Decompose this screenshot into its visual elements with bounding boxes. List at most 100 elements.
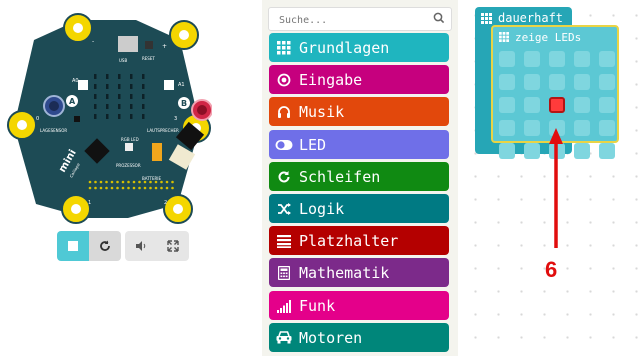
search-icon[interactable] — [433, 12, 445, 24]
led-cell[interactable] — [524, 143, 540, 159]
led-grid — [499, 51, 615, 159]
edge-pin — [121, 180, 125, 184]
led-cell[interactable] — [549, 97, 565, 113]
led-cell[interactable] — [599, 143, 615, 159]
led-cell[interactable] — [574, 51, 590, 67]
show-leds-block[interactable]: zeige LEDs — [491, 25, 619, 159]
edge-pin — [99, 186, 103, 190]
restart-button[interactable] — [89, 231, 121, 261]
led-cell[interactable] — [599, 74, 615, 90]
a1-connector — [164, 80, 174, 90]
pin0-label: 0 — [36, 116, 39, 122]
board-led — [118, 84, 121, 89]
reset-button[interactable] — [145, 41, 153, 49]
run-controls — [57, 231, 121, 261]
workspace[interactable]: dauerhaft zeige LEDs — [458, 0, 638, 356]
board-led — [118, 74, 121, 79]
category-label: Platzhalter — [299, 231, 399, 250]
edge-pin — [165, 180, 169, 184]
stop-icon — [68, 241, 78, 251]
edge-pin — [105, 180, 108, 184]
board-led — [142, 114, 145, 119]
edge-pin — [143, 186, 147, 190]
board-led — [142, 84, 145, 89]
pin2-label: 2 — [164, 200, 167, 206]
speaker-icon — [136, 241, 146, 251]
calculator-icon — [275, 264, 293, 282]
category-led[interactable]: LED — [269, 130, 449, 159]
edge-pin — [121, 186, 125, 190]
search-input[interactable] — [269, 9, 419, 32]
category-funk[interactable]: Funk — [269, 291, 449, 320]
edge-pin — [116, 186, 119, 190]
led-cell[interactable] — [524, 120, 540, 136]
board-led — [106, 84, 109, 89]
board-led — [106, 94, 109, 99]
category-grundlagen[interactable]: Grundlagen — [269, 33, 449, 62]
led-cell[interactable] — [499, 120, 515, 136]
a1-label: A1 — [178, 82, 185, 88]
led-cell[interactable] — [549, 120, 565, 136]
led-cell[interactable] — [524, 97, 540, 113]
led-cell[interactable] — [574, 97, 590, 113]
category-musik[interactable]: Musik — [269, 97, 449, 126]
board-led — [130, 94, 133, 99]
led-cell[interactable] — [549, 74, 565, 90]
edge-pin — [138, 180, 141, 184]
led-cell[interactable] — [599, 120, 615, 136]
board-led — [94, 114, 97, 119]
led-cell[interactable] — [499, 97, 515, 113]
prozessor-label: PROZESSOR — [116, 163, 141, 168]
rgb-led-label: RGB LED — [121, 137, 139, 142]
led-cell[interactable] — [499, 143, 515, 159]
batterie-label: BATTERIE — [142, 176, 161, 181]
usb-port — [118, 36, 138, 52]
led-cell[interactable] — [574, 143, 590, 159]
board-led — [130, 104, 133, 109]
led-cell[interactable] — [574, 120, 590, 136]
board-led — [142, 104, 145, 109]
led-cell[interactable] — [524, 74, 540, 90]
category-label: Funk — [299, 296, 336, 315]
led-cell[interactable] — [499, 74, 515, 90]
expand-icon — [167, 240, 179, 252]
board-led — [118, 94, 121, 99]
edge-pin — [116, 180, 119, 184]
category-schleifen[interactable]: Schleifen — [269, 162, 449, 191]
edge-pin — [160, 186, 163, 190]
pin-plus-label: + — [162, 43, 167, 50]
board-led — [130, 74, 133, 79]
led-cell[interactable] — [599, 97, 615, 113]
category-logik[interactable]: Logik — [269, 194, 449, 223]
category-mathematik[interactable]: Mathematik — [269, 258, 449, 287]
category-label: Motoren — [299, 328, 363, 347]
button-b-label: B — [181, 99, 187, 108]
led-cell[interactable] — [499, 51, 515, 67]
board-led — [142, 74, 145, 79]
lagesensor-label: LAGESENSOR — [40, 128, 67, 133]
stop-button[interactable] — [57, 231, 89, 261]
led-cell[interactable] — [599, 51, 615, 67]
category-motoren[interactable]: Motoren — [269, 323, 449, 352]
led-cell[interactable] — [574, 74, 590, 90]
forever-block-label: dauerhaft — [498, 11, 564, 25]
list-icon — [275, 232, 293, 250]
pin3-label: 3 — [174, 116, 177, 122]
pin-minus-label: - — [92, 38, 94, 45]
lagesensor-chip — [74, 116, 80, 122]
led-cell[interactable] — [549, 51, 565, 67]
edge-pin — [138, 186, 141, 190]
category-platzhalter[interactable]: Platzhalter — [269, 226, 449, 255]
led-cell[interactable] — [549, 143, 565, 159]
led-cell[interactable] — [524, 51, 540, 67]
mute-button[interactable] — [125, 231, 157, 261]
edge-pin — [149, 180, 152, 184]
edge-pin — [127, 180, 130, 184]
fullscreen-button[interactable] — [157, 231, 189, 261]
search-box[interactable] — [268, 7, 452, 32]
reset-label: RESET — [142, 56, 155, 61]
usb-label: USB — [119, 58, 127, 63]
restart-icon — [100, 240, 110, 251]
board-led — [106, 104, 109, 109]
category-eingabe[interactable]: Eingabe — [269, 65, 449, 94]
